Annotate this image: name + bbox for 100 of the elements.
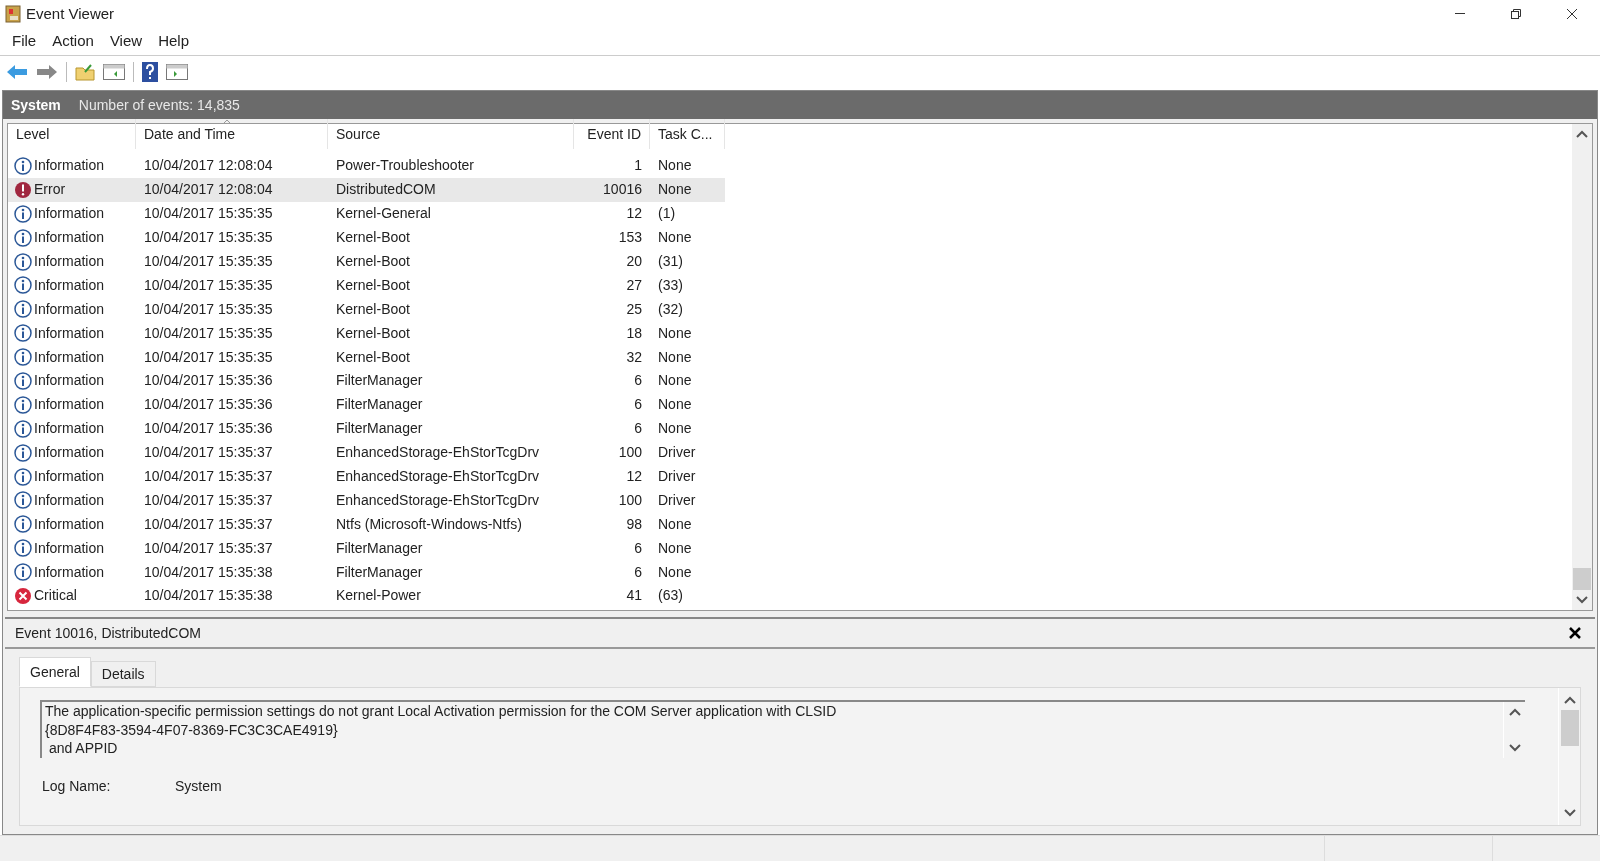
table-cell-text: (63) bbox=[657, 586, 684, 606]
close-icon[interactable] bbox=[1569, 627, 1581, 639]
table-cell-text: 12 bbox=[625, 467, 643, 486]
back-arrow-icon[interactable] bbox=[6, 64, 28, 80]
table-cell-text: 10/04/2017 15:35:37 bbox=[143, 443, 274, 463]
event-row[interactable]: Information 10/04/2017 15:35:35 Kernel-Boot 18 None bbox=[8, 321, 725, 346]
event-row[interactable]: Information 10/04/2017 15:35:35 Kernel-Boot 20 (31) bbox=[8, 249, 725, 274]
table-cell-text: DistributedCOM bbox=[335, 180, 437, 200]
table-cell-text: 10/04/2017 15:35:35 bbox=[143, 228, 274, 248]
table-cell-text: 32 bbox=[625, 347, 643, 367]
restore-icon bbox=[1511, 9, 1521, 19]
table-cell-text: None bbox=[657, 395, 693, 415]
event-row[interactable]: Information 10/04/2017 15:35:35 Kernel-Boot 25 (32) bbox=[8, 297, 725, 322]
table-cell-text: 27 bbox=[625, 275, 643, 295]
event-row[interactable]: Information 10/04/2017 12:08:04 Power-Troubleshooter 1 None bbox=[8, 154, 725, 178]
table-cell-text: 6 bbox=[633, 419, 643, 439]
column-header[interactable]: Event ID bbox=[574, 119, 650, 149]
event-row[interactable]: Information 10/04/2017 15:35:37 EnhancedStorage-EhStorTcgDrv 100 Driver bbox=[8, 440, 725, 465]
log-name: System bbox=[11, 95, 61, 115]
table-cell-text: (33) bbox=[657, 275, 684, 295]
event-row[interactable]: Information 10/04/2017 15:35:35 Kernel-Boot 32 None bbox=[8, 345, 725, 369]
error-icon bbox=[14, 180, 32, 199]
menu-item[interactable]: Action bbox=[44, 28, 102, 55]
scrollbar[interactable] bbox=[1572, 124, 1592, 610]
table-cell-text: 12 bbox=[625, 204, 643, 224]
event-row[interactable]: Information 10/04/2017 15:35:37 EnhancedStorage-EhStorTcgDrv 100 Driver bbox=[8, 488, 725, 513]
table-cell-text: 10/04/2017 15:35:35 bbox=[143, 204, 274, 224]
critical-icon bbox=[14, 586, 32, 605]
menu-item[interactable]: Help bbox=[150, 28, 197, 55]
table-cell-text: Information bbox=[34, 538, 105, 558]
table-cell-text: Information bbox=[34, 228, 105, 248]
table-cell-text: 1 bbox=[633, 156, 643, 176]
info-icon bbox=[14, 204, 32, 223]
event-row[interactable]: Information 10/04/2017 15:35:36 FilterManager 6 None bbox=[8, 392, 725, 417]
table-cell-text: (1) bbox=[657, 204, 677, 224]
pane-icon[interactable] bbox=[166, 64, 188, 80]
scroll-up-icon[interactable] bbox=[1508, 708, 1521, 716]
info-icon bbox=[14, 276, 32, 295]
table-cell-text: Kernel-Boot bbox=[335, 347, 411, 367]
table-cell-text: 10/04/2017 15:35:36 bbox=[143, 371, 274, 391]
column-header[interactable]: Task C... bbox=[650, 119, 725, 149]
scroll-thumb[interactable] bbox=[1560, 710, 1579, 746]
table-cell-text: 18 bbox=[625, 323, 643, 343]
tab[interactable]: General bbox=[19, 657, 91, 687]
tab[interactable]: Details bbox=[90, 661, 156, 687]
table-cell-text: 10/04/2017 15:35:38 bbox=[143, 562, 274, 582]
table-cell-text: 6 bbox=[633, 395, 643, 415]
table-cell-text: None bbox=[657, 323, 693, 343]
event-row[interactable]: Information 10/04/2017 15:35:37 FilterManager 6 None bbox=[8, 536, 725, 561]
scroll-down-icon[interactable] bbox=[1576, 596, 1588, 604]
event-title: Event 10016, DistributedCOM bbox=[15, 623, 201, 643]
table-cell-text: None bbox=[657, 156, 693, 176]
event-row[interactable]: Information 10/04/2017 15:35:35 Kernel-Boot 27 (33) bbox=[8, 273, 725, 298]
info-icon bbox=[14, 515, 32, 534]
info-icon bbox=[14, 156, 32, 175]
table-cell-text: Information bbox=[34, 562, 105, 582]
pane-icon[interactable] bbox=[103, 64, 125, 80]
scroll-up-icon[interactable] bbox=[1576, 130, 1588, 138]
table-cell-text: Information bbox=[34, 490, 105, 510]
table-cell-text: None bbox=[657, 538, 693, 558]
menu-item[interactable]: View bbox=[101, 28, 151, 55]
scroll-thumb[interactable] bbox=[1573, 568, 1591, 590]
description-box[interactable]: The application-specific permission settings do not grant Local Activation permission for the COM Server application with CLSID {8D8F4F83-3594-4F07-8369-FC3C3CAE4919} and APPID bbox=[40, 700, 1525, 758]
event-row[interactable]: Information 10/04/2017 15:35:36 FilterManager 6 None bbox=[8, 369, 725, 393]
event-row[interactable]: Information 10/04/2017 15:35:35 Kernel-General 12 (1) bbox=[8, 201, 725, 226]
table-cell-text: Kernel-General bbox=[335, 204, 432, 224]
scroll-down-icon[interactable] bbox=[1563, 809, 1576, 817]
column-header[interactable]: Level bbox=[8, 119, 136, 149]
table-cell-text: 10/04/2017 15:35:35 bbox=[143, 347, 274, 367]
close-icon bbox=[1567, 9, 1577, 19]
menu-item[interactable]: File bbox=[4, 28, 45, 55]
table-cell-text: Power-Troubleshooter bbox=[335, 156, 475, 176]
table-cell-text: Kernel-Boot bbox=[335, 299, 411, 319]
help-icon[interactable] bbox=[142, 62, 158, 82]
table-cell-text: Kernel-Power bbox=[335, 586, 422, 606]
table-cell-text: 6 bbox=[633, 371, 643, 391]
event-row[interactable]: Information 10/04/2017 15:35:38 FilterManager 6 None bbox=[8, 560, 725, 585]
scrollbar[interactable] bbox=[1558, 688, 1580, 825]
event-row[interactable]: Error 10/04/2017 12:08:04 DistributedCOM 10016 None bbox=[8, 177, 725, 202]
event-row[interactable]: Information 10/04/2017 15:35:37 EnhancedStorage-EhStorTcgDrv 12 Driver bbox=[8, 464, 725, 489]
scroll-down-icon[interactable] bbox=[1508, 744, 1521, 752]
table-cell-text: 153 bbox=[617, 228, 643, 248]
column-header[interactable]: Source bbox=[328, 119, 574, 149]
event-row[interactable]: Information 10/04/2017 15:35:36 FilterManager 6 None bbox=[8, 416, 725, 441]
forward-arrow-icon[interactable] bbox=[36, 64, 58, 80]
table-cell-text: 98 bbox=[625, 514, 643, 534]
scroll-up-icon[interactable] bbox=[1563, 696, 1576, 704]
table-cell-text: Kernel-Boot bbox=[335, 228, 411, 248]
event-row[interactable]: Information 10/04/2017 15:35:35 Kernel-Boot 153 None bbox=[8, 225, 725, 250]
event-row[interactable]: Critical 10/04/2017 15:35:38 Kernel-Power 41 (63) bbox=[8, 584, 725, 608]
info-icon bbox=[14, 300, 32, 319]
table-cell-text: Information bbox=[34, 275, 105, 295]
table-cell-text: FilterManager bbox=[335, 538, 424, 558]
table-cell-text: Information bbox=[34, 467, 105, 486]
info-icon bbox=[14, 539, 32, 558]
table-cell-text: None bbox=[657, 347, 693, 367]
column-header[interactable]: Date and Time bbox=[136, 119, 328, 149]
folder-icon[interactable] bbox=[75, 63, 95, 81]
event-row[interactable]: Information 10/04/2017 15:35:37 Ntfs (Microsoft-Windows-Ntfs) 98 None bbox=[8, 512, 725, 537]
table-cell-text: 10/04/2017 15:35:37 bbox=[143, 490, 274, 510]
